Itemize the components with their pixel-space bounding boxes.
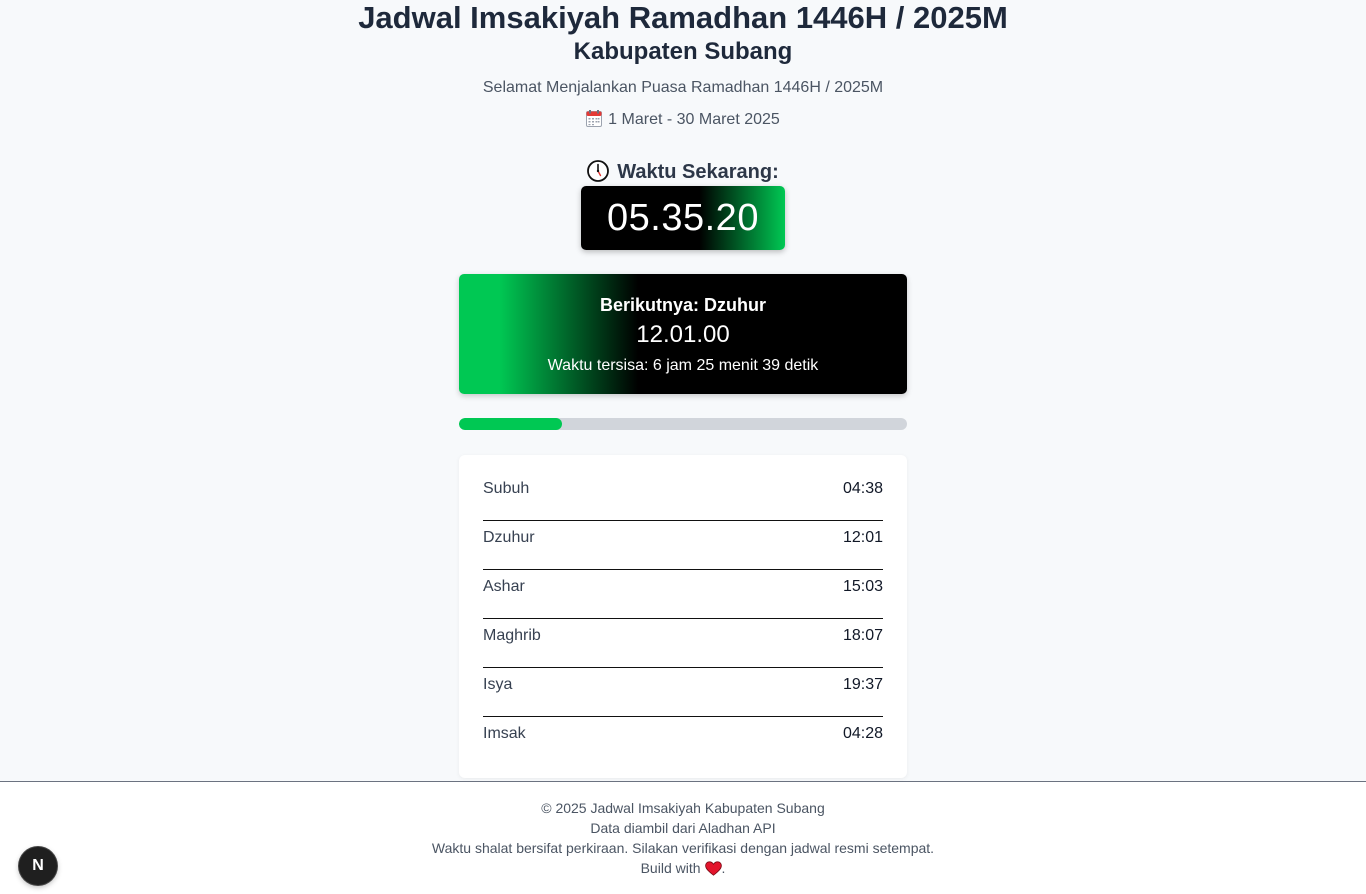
date-range-text: 1 Maret - 30 Maret 2025 <box>608 111 780 128</box>
footer: © 2025 Jadwal Imsakiyah Kabupaten Subang… <box>0 781 1366 894</box>
prayer-name: Isya <box>483 676 513 693</box>
prayer-time: 15:03 <box>842 578 883 595</box>
prayer-name: Dzuhur <box>483 529 535 546</box>
day-progress-bar <box>459 418 907 430</box>
schedule-row-dzuhur: Dzuhur 12:01 <box>483 521 883 570</box>
calendar-icon <box>586 110 603 127</box>
prayer-schedule-list: Subuh 04:38 Dzuhur 12:01 Ashar 15:03 Maghrib 18… <box>483 472 883 765</box>
greeting-text: Selamat Menjalankan Puasa Ramadhan 1446H… <box>482 79 884 96</box>
nextjs-dev-indicator-button[interactable]: N <box>19 847 57 885</box>
prayer-time: 04:38 <box>842 480 883 497</box>
next-prayer-label: Berikutnya: Dzuhur <box>599 295 767 315</box>
time-remaining: Waktu tersisa: 6 jam 25 menit 39 detik <box>547 357 819 374</box>
current-time-display: 05.35.20 <box>581 186 785 250</box>
clock-icon <box>587 160 610 182</box>
schedule-row-ashar: Ashar 15:03 <box>483 570 883 619</box>
prayer-time: 18:07 <box>842 627 883 644</box>
schedule-row-isya: Isya 19:37 <box>483 668 883 717</box>
region-subtitle: Kabupaten Subang <box>573 38 793 65</box>
current-time-heading: Waktu Sekarang: <box>0 160 1366 184</box>
schedule-row-imsak: Imsak 04:28 <box>483 717 883 765</box>
main-content: Jadwal Imsakiyah Ramadhan 1446H / 2025M … <box>0 0 1366 781</box>
next-prayer-time: 12.01.00 <box>636 321 730 348</box>
build-with-end: . <box>721 860 726 876</box>
prayer-name: Imsak <box>483 725 526 742</box>
nextjs-logo-icon: N <box>32 857 44 874</box>
prayer-name: Subuh <box>483 480 530 497</box>
prayer-name: Maghrib <box>483 627 541 644</box>
prayer-schedule-card: Subuh 04:38 Dzuhur 12:01 Ashar 15:03 Maghrib 18… <box>459 455 907 778</box>
heart-icon <box>704 861 722 876</box>
prayer-time: 04:28 <box>842 725 883 742</box>
schedule-row-maghrib: Maghrib 18:07 <box>483 619 883 668</box>
page: Jadwal Imsakiyah Ramadhan 1446H / 2025M … <box>0 0 1366 894</box>
footer-build-with: Build with . <box>0 859 1366 877</box>
footer-data-source: Data diambil dari Aladhan API <box>590 820 776 836</box>
build-with-text: Build with <box>640 860 701 876</box>
schedule-row-subuh: Subuh 04:38 <box>483 472 883 521</box>
current-time-label: Waktu Sekarang: <box>617 161 779 183</box>
footer-copyright: © 2025 Jadwal Imsakiyah Kabupaten Subang <box>541 800 825 816</box>
next-prayer-card: Berikutnya: Dzuhur 12.01.00 Waktu tersis… <box>459 274 907 394</box>
page-title: Jadwal Imsakiyah Ramadhan 1446H / 2025M <box>358 0 1008 35</box>
prayer-time: 12:01 <box>842 529 883 546</box>
day-progress-fill <box>459 418 563 430</box>
prayer-name: Ashar <box>483 578 525 595</box>
date-range: 1 Maret - 30 Maret 2025 <box>0 110 1366 130</box>
prayer-time: 19:37 <box>842 676 883 693</box>
footer-disclaimer: Waktu shalat bersifat perkiraan. Silakan… <box>431 840 935 856</box>
